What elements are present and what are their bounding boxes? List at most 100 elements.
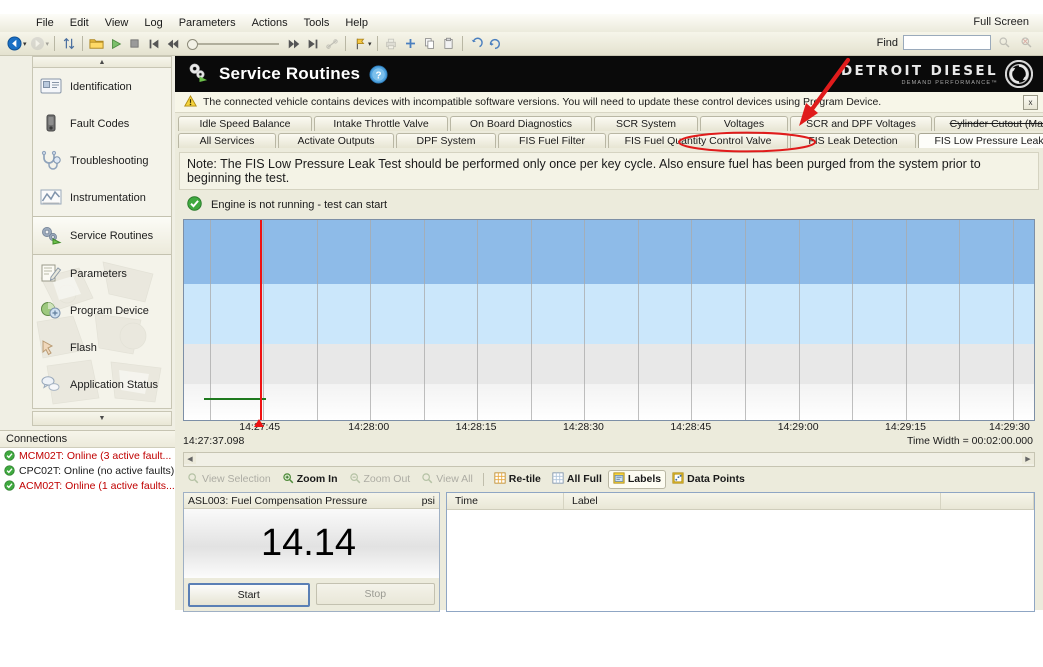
stop-icon[interactable] [126, 35, 143, 52]
sidebar-item-label: Identification [70, 80, 132, 93]
chart-gridline [745, 220, 746, 420]
column-header-label[interactable]: Label [564, 493, 941, 509]
menu-item-edit[interactable]: Edit [62, 15, 97, 31]
speech-bubbles-icon [39, 374, 63, 396]
stethoscope-icon [39, 150, 63, 172]
all-full-button[interactable]: All Full [548, 471, 606, 488]
chart-gridline [530, 220, 532, 420]
gauge-buttons: Start Stop [184, 578, 439, 611]
find-clear-icon [1018, 34, 1035, 51]
folder-icon[interactable] [88, 35, 105, 52]
tab-all-services[interactable]: All Services [178, 133, 276, 148]
sidebar-item-identification[interactable]: Identification [33, 68, 171, 105]
green-check-icon [4, 450, 15, 461]
tab-dpf-system[interactable]: DPF System [396, 133, 496, 148]
forward-navigation-icon [29, 35, 46, 52]
trend-chart[interactable] [183, 219, 1035, 421]
table-body[interactable] [447, 510, 1034, 611]
sidebar-item-fault-codes[interactable]: Fault Codes [33, 105, 171, 142]
labels-button[interactable]: Labels [607, 469, 667, 489]
sidebar-collapse-down-button[interactable]: ▼ [32, 411, 172, 426]
sidebar-item-troubleshooting[interactable]: Troubleshooting [33, 142, 171, 179]
scroll-left-icon[interactable]: ◀ [184, 453, 196, 464]
back-navigation-icon[interactable] [6, 35, 23, 52]
data-points-button[interactable]: Data Points [668, 471, 749, 488]
sidebar-item-instrumentation[interactable]: Instrumentation [33, 179, 171, 216]
scroll-right-icon[interactable]: ▶ [1022, 453, 1034, 464]
undo-icon[interactable] [468, 35, 485, 52]
menu-item-log[interactable]: Log [136, 15, 170, 31]
menu-item-actions[interactable]: Actions [244, 15, 296, 31]
chart-horizontal-scrollbar[interactable]: ◀ ▶ [183, 452, 1035, 467]
menu-item-parameters[interactable]: Parameters [171, 15, 244, 31]
button-label: Re-tile [508, 473, 541, 485]
find-input[interactable] [903, 35, 991, 50]
close-icon[interactable]: x [1023, 95, 1038, 110]
bookmark-icon[interactable] [351, 35, 368, 52]
cursor-marker-icon[interactable] [253, 419, 264, 427]
tab-idle-speed-balance[interactable]: Idle Speed Balance [178, 116, 312, 131]
menu-item-view[interactable]: View [97, 15, 137, 31]
refresh-icon[interactable] [487, 35, 504, 52]
back-dropdown-icon[interactable]: ▾ [23, 40, 27, 48]
skip-first-icon[interactable] [145, 35, 162, 52]
sidebar-item-flash[interactable]: Flash [33, 329, 171, 366]
play-icon[interactable] [107, 35, 124, 52]
toolbar-separator [461, 36, 463, 51]
copy-icon[interactable] [421, 35, 438, 52]
help-question-icon[interactable]: ? [369, 64, 388, 84]
slider-handle-icon[interactable] [187, 38, 199, 50]
start-button[interactable]: Start [188, 583, 310, 607]
playback-speed-slider[interactable] [187, 38, 280, 50]
connection-row[interactable]: ACM02T: Online (1 active faults... [0, 478, 175, 493]
zoom-in-button[interactable]: Zoom In [278, 471, 342, 488]
sidebar-item-application-status[interactable]: Application Status [33, 366, 171, 403]
column-header-time[interactable]: Time [447, 493, 564, 509]
gears-icon [39, 225, 63, 247]
tab-on-board-diagnostics[interactable]: On Board Diagnostics [450, 116, 592, 131]
application-window: File Edit View Log Parameters Actions To… [0, 0, 1043, 667]
rewind-icon[interactable] [164, 35, 181, 52]
paste-icon[interactable] [440, 35, 457, 52]
sidebar-item-label: Service Routines [70, 229, 154, 242]
menu-item-file[interactable]: File [28, 15, 62, 31]
connections-title: Connections [0, 431, 175, 448]
chart-x-axis: 14:27:45 14:28:00 14:28:15 14:28:30 14:2… [183, 419, 1035, 435]
axis-tick-label: 14:28:45 [670, 421, 712, 433]
chart-gridline [423, 220, 425, 420]
re-tile-button[interactable]: Re-tile [490, 471, 545, 488]
tab-cylinder-cutout-manual[interactable]: Cylinder Cutout (Manual) [934, 116, 1043, 131]
menu-item-help[interactable]: Help [337, 15, 376, 31]
tab-scr-system[interactable]: SCR System [594, 116, 698, 131]
sidebar-item-label: Fault Codes [70, 117, 130, 130]
skip-last-icon[interactable] [304, 35, 321, 52]
chart-time-cursor[interactable] [259, 220, 262, 420]
warning-triangle-icon [183, 94, 198, 110]
tab-fis-fuel-filter[interactable]: FIS Fuel Filter [498, 133, 606, 148]
add-icon[interactable] [402, 35, 419, 52]
zoom-in-icon [282, 472, 294, 487]
chart-start-time: 14:27:37.098 [183, 435, 245, 447]
sidebar-item-service-routines[interactable]: Service Routines [33, 216, 171, 255]
tab-intake-throttle-valve[interactable]: Intake Throttle Valve [314, 116, 448, 131]
fast-forward-icon[interactable] [285, 35, 302, 52]
tab-fis-leak-detection[interactable]: FIS Leak Detection [790, 133, 916, 148]
sidebar-item-program-device[interactable]: Program Device [33, 292, 171, 329]
tab-fis-fuel-quantity-control-valve[interactable]: FIS Fuel Quantity Control Valve [608, 133, 788, 148]
bookmark-dropdown-icon[interactable]: ▾ [368, 40, 372, 48]
menu-item-tools[interactable]: Tools [296, 15, 338, 31]
find-search-icon [996, 34, 1013, 51]
view-all-button: View All [417, 471, 477, 488]
full-screen-label[interactable]: Full Screen [973, 16, 1029, 28]
connection-row[interactable]: MCM02T: Online (3 active fault... [0, 448, 175, 463]
tab-fis-low-pressure-leak-test[interactable]: FIS Low Pressure Leak Test [918, 133, 1043, 148]
sidebar-item-label: Parameters [70, 267, 127, 280]
tab-scr-and-dpf-voltages[interactable]: SCR and DPF Voltages [790, 116, 932, 131]
sidebar-item-parameters[interactable]: Parameters [33, 255, 171, 292]
sort-icon[interactable] [60, 35, 77, 52]
toolbar-separator [82, 36, 84, 51]
data-points-icon [672, 471, 684, 487]
connection-row[interactable]: CPC02T: Online (no active faults) [0, 463, 175, 478]
tab-voltages[interactable]: Voltages [700, 116, 788, 131]
tab-activate-outputs[interactable]: Activate Outputs [278, 133, 394, 148]
